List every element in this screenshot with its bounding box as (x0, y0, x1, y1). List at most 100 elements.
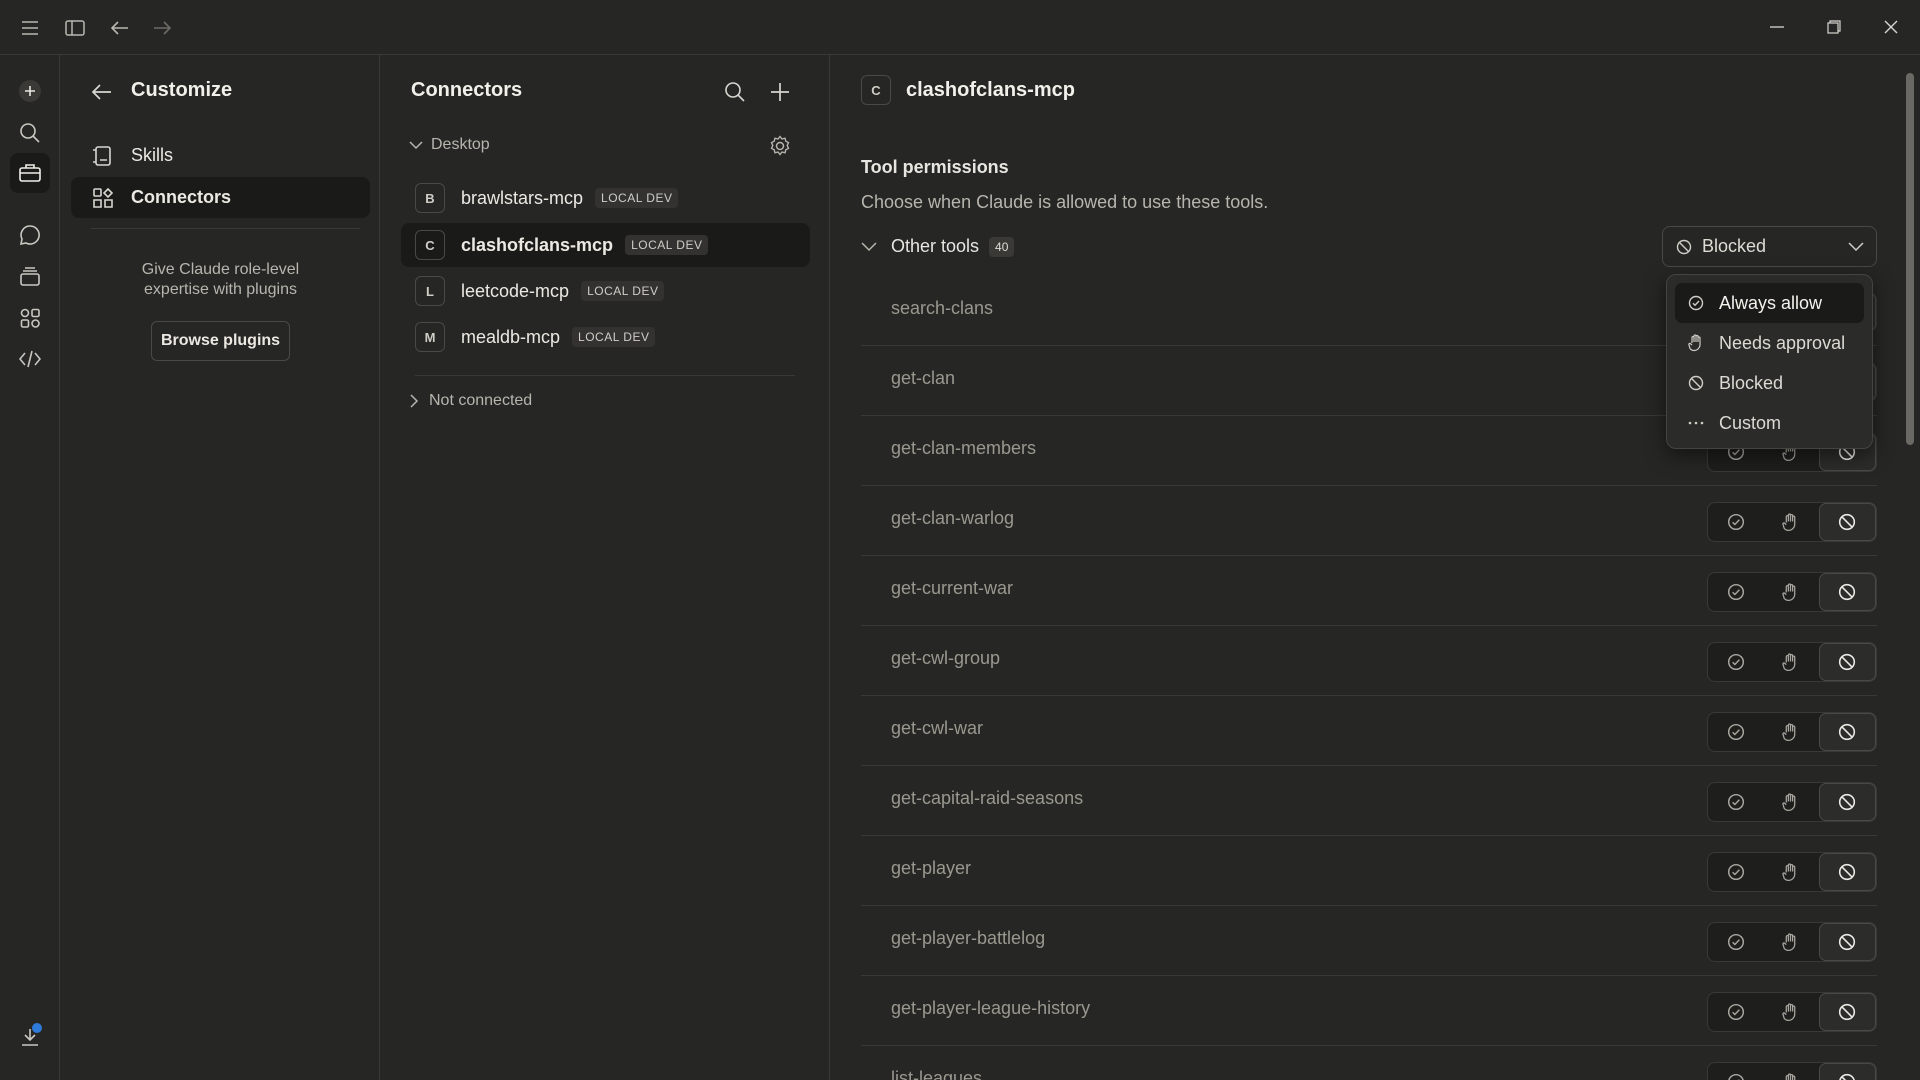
nav-item-label: Connectors (131, 187, 232, 207)
sidebar-toggle-icon[interactable] (59, 14, 91, 42)
menu-icon[interactable] (14, 14, 46, 42)
approval-hand-icon[interactable] (1763, 1063, 1818, 1080)
connector-leetcode[interactable]: L leetcode-mcp LOCAL DEV (401, 269, 810, 313)
approval-hand-icon[interactable] (1763, 573, 1818, 611)
forward-arrow-icon[interactable] (146, 14, 178, 42)
menu-item-custom[interactable]: Custom (1675, 403, 1864, 443)
toolbox-icon[interactable] (10, 153, 50, 193)
group-label: Other tools (891, 236, 980, 256)
approval-hand-icon[interactable] (1763, 643, 1818, 681)
tool-row: get-current-war (861, 556, 1877, 626)
nav-item-skills[interactable]: Skills (71, 135, 370, 176)
approval-hand-icon[interactable] (1763, 923, 1818, 961)
approval-hand-icon[interactable] (1763, 853, 1818, 891)
projects-icon[interactable] (10, 257, 50, 297)
tool-name: get-player-league-history (891, 998, 1091, 1018)
tool-name: get-current-war (891, 578, 1014, 598)
blocked-icon[interactable] (1818, 853, 1876, 891)
tool-row: get-clan-warlog (861, 486, 1877, 556)
allow-check-icon[interactable] (1708, 923, 1763, 961)
divider (91, 228, 360, 229)
connector-brawlstars[interactable]: B brawlstars-mcp LOCAL DEV (401, 176, 810, 220)
tool-name: get-clan-warlog (891, 508, 1015, 528)
permission-dropdown[interactable]: Blocked (1662, 226, 1877, 267)
search-icon[interactable] (10, 113, 50, 153)
artifacts-icon[interactable] (10, 298, 50, 338)
promo-line: expertise with plugins (144, 281, 297, 298)
blocked-icon[interactable] (1818, 643, 1876, 681)
connector-mealdb[interactable]: M mealdb-mcp LOCAL DEV (401, 315, 810, 359)
menu-item-always-allow[interactable]: Always allow (1675, 283, 1864, 323)
other-tools-group[interactable]: Other tools 40 (861, 236, 1015, 257)
new-chat-icon[interactable] (10, 71, 50, 111)
permission-toggle (1707, 992, 1877, 1032)
blocked-icon[interactable] (1818, 573, 1876, 611)
plugins-promo: Give Claude role-level expertise with pl… (71, 260, 370, 300)
blocked-icon[interactable] (1818, 713, 1876, 751)
allow-check-icon[interactable] (1708, 713, 1763, 751)
allow-check-icon[interactable] (1708, 1063, 1763, 1080)
chats-icon[interactable] (10, 215, 50, 255)
connector-clashofclans[interactable]: C clashofclans-mcp LOCAL DEV (401, 223, 810, 267)
local-dev-badge: LOCAL DEV (581, 281, 665, 301)
allow-check-icon[interactable] (1708, 993, 1763, 1031)
chevron-down-icon (861, 241, 877, 252)
connector-letter: B (415, 183, 445, 213)
allow-check-icon[interactable] (1708, 853, 1763, 891)
chevron-down-icon (409, 140, 423, 150)
icon-rail (0, 55, 60, 1080)
allow-check-icon[interactable] (1708, 783, 1763, 821)
tool-row: get-player-battlelog (861, 906, 1877, 976)
browse-plugins-button[interactable]: Browse plugins (151, 321, 290, 361)
permission-toggle (1707, 782, 1877, 822)
menu-item-label: Needs approval (1719, 332, 1846, 353)
allow-check-icon[interactable] (1708, 643, 1763, 681)
menu-item-needs-approval[interactable]: Needs approval (1675, 323, 1864, 363)
allow-check-icon[interactable] (1708, 503, 1763, 541)
tool-count-badge: 40 (989, 236, 1015, 257)
blocked-icon[interactable] (1818, 1063, 1876, 1080)
tool-row: get-cwl-group (861, 626, 1877, 696)
tool-permissions-heading: Tool permissions (861, 157, 1009, 177)
local-dev-badge: LOCAL DEV (625, 235, 709, 255)
add-icon[interactable] (764, 78, 796, 106)
code-icon[interactable] (10, 339, 50, 379)
connector-name: leetcode-mcp (461, 280, 570, 301)
minimize-icon[interactable] (1754, 10, 1800, 44)
approval-hand-icon[interactable] (1763, 713, 1818, 751)
tool-name: get-player-battlelog (891, 928, 1046, 948)
back-arrow-icon[interactable] (86, 78, 118, 106)
tool-name: list-leagues (891, 1068, 983, 1080)
search-icon[interactable] (719, 78, 751, 106)
scrollbar[interactable] (1906, 73, 1914, 445)
nav-item-connectors[interactable]: Connectors (71, 177, 370, 218)
close-icon[interactable] (1868, 10, 1914, 44)
title-bar (0, 0, 1920, 55)
approval-hand-icon[interactable] (1763, 783, 1818, 821)
allow-check-icon[interactable] (1708, 573, 1763, 611)
local-dev-badge: LOCAL DEV (595, 188, 679, 208)
permission-toggle (1707, 572, 1877, 612)
menu-item-blocked[interactable]: Blocked (1675, 363, 1864, 403)
menu-item-label: Blocked (1719, 372, 1784, 393)
blocked-icon[interactable] (1818, 923, 1876, 961)
restore-icon[interactable] (1811, 10, 1857, 44)
approval-hand-icon[interactable] (1763, 993, 1818, 1031)
promo-line: Give Claude role-level (141, 261, 300, 278)
permission-toggle (1707, 852, 1877, 892)
connector-name: mealdb-mcp (461, 326, 561, 347)
blocked-icon[interactable] (1818, 503, 1876, 541)
blocked-icon[interactable] (1818, 993, 1876, 1031)
nav-item-label: Skills (131, 145, 174, 165)
back-arrow-icon[interactable] (104, 14, 136, 42)
download-icon[interactable] (10, 1017, 50, 1057)
tool-name: get-clan-members (891, 438, 1037, 458)
blocked-icon[interactable] (1818, 783, 1876, 821)
connector-name: brawlstars-mcp (461, 187, 584, 208)
gear-icon[interactable] (764, 132, 796, 160)
local-dev-badge: LOCAL DEV (572, 327, 656, 347)
connector-letter: C (861, 75, 891, 105)
approval-hand-icon[interactable] (1763, 503, 1818, 541)
group-desktop[interactable]: Desktop (409, 136, 490, 154)
group-not-connected[interactable]: Not connected (409, 392, 532, 410)
